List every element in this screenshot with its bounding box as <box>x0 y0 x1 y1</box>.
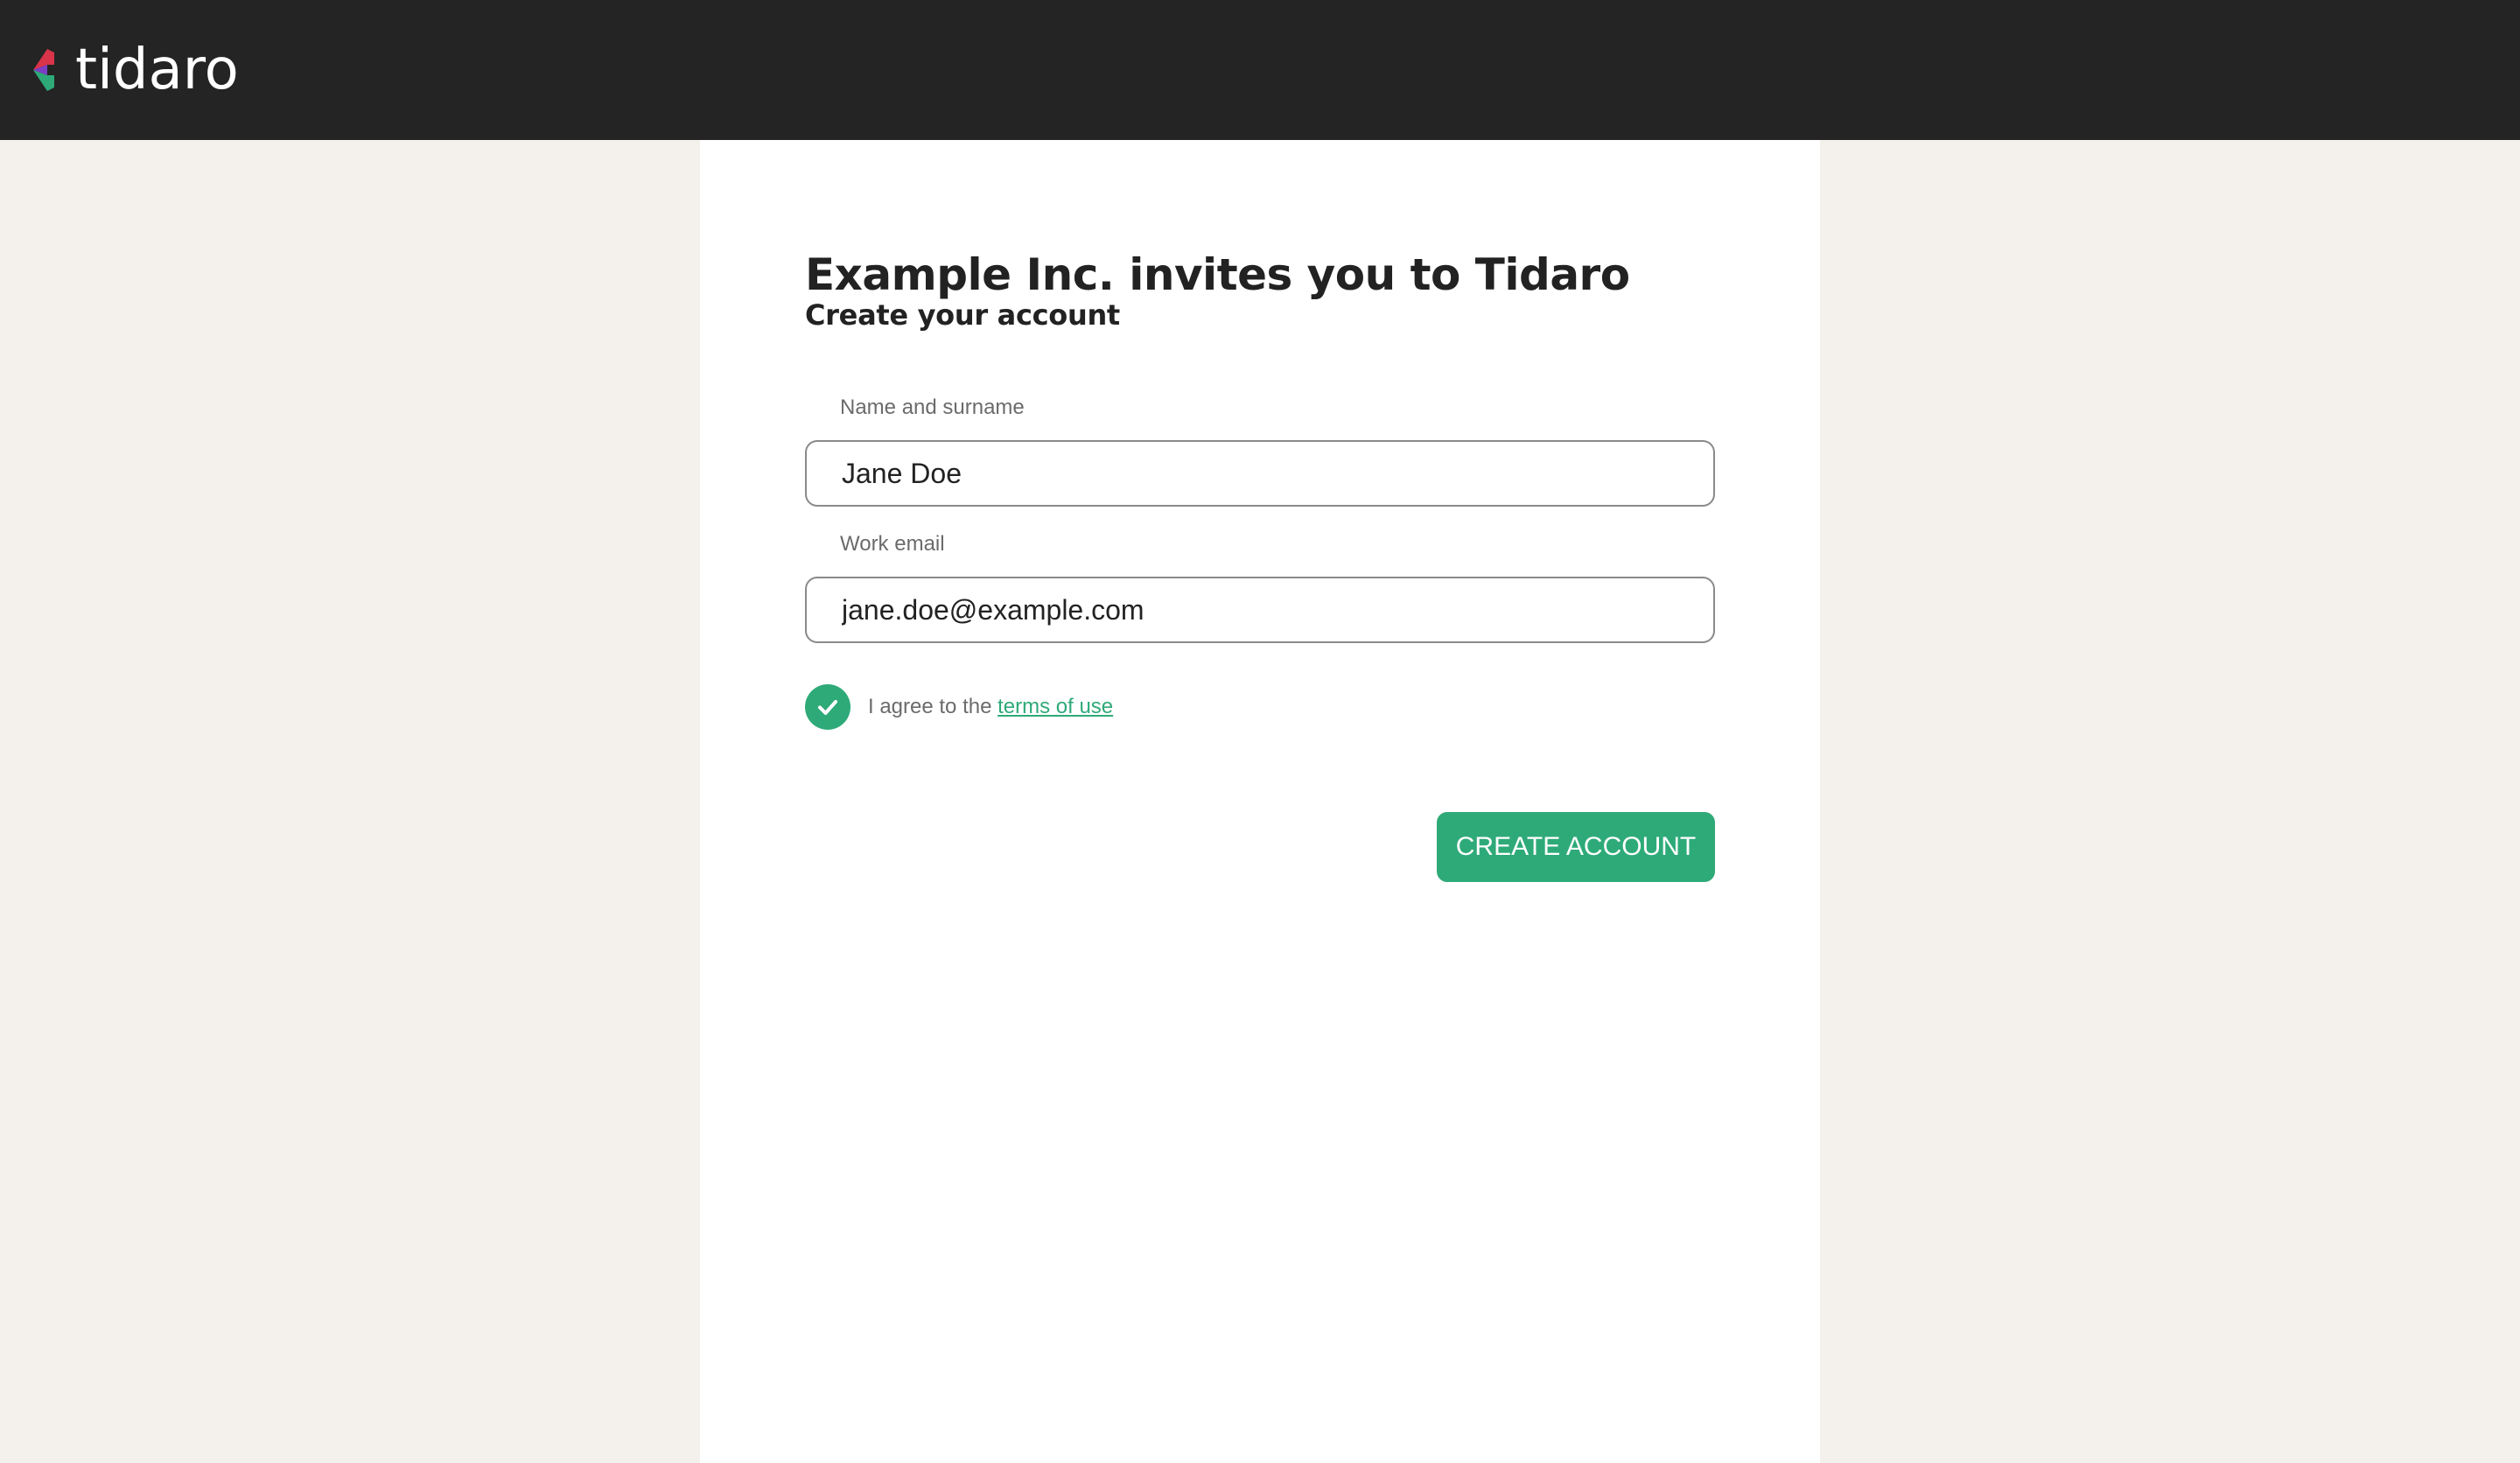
name-field-label: Name and surname <box>840 396 1025 419</box>
tidaro-logo[interactable]: tidaro <box>28 38 239 102</box>
email-field-label: Work email <box>840 532 945 556</box>
terms-row: I agree to the terms of use <box>805 684 1113 730</box>
checkmark-icon <box>818 700 837 715</box>
terms-prefix: I agree to the <box>868 695 998 718</box>
logo-text: tidaro <box>75 38 239 102</box>
name-field[interactable] <box>805 440 1715 507</box>
top-bar: tidaro <box>0 0 2520 140</box>
create-account-button[interactable]: CREATE ACCOUNT <box>1437 812 1715 882</box>
terms-text: I agree to the terms of use <box>868 693 1113 721</box>
tidaro-logo-icon <box>33 49 54 91</box>
page-subtitle: Create your account <box>805 298 1120 332</box>
terms-of-use-link[interactable]: terms of use <box>998 695 1113 718</box>
terms-checkbox[interactable] <box>805 684 850 730</box>
email-field[interactable] <box>805 577 1715 643</box>
signup-card: Example Inc. invites you to Tidaro Creat… <box>700 140 1820 1463</box>
